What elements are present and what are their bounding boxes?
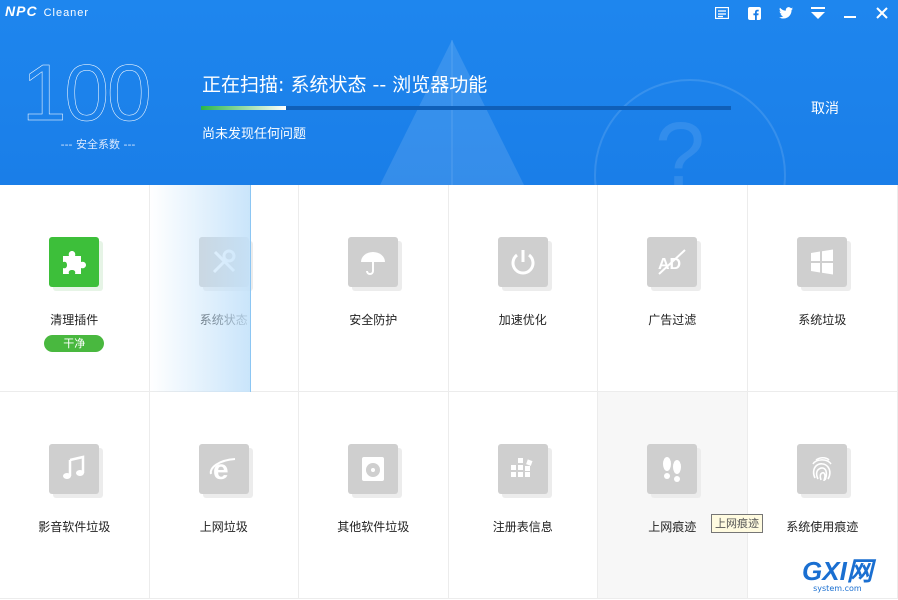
scan-item-label: 注册表信息 xyxy=(492,520,553,534)
puzzle-icon xyxy=(49,237,100,287)
scan-item-ad-block[interactable]: AD 广告过滤 xyxy=(598,185,748,392)
scan-item-power[interactable]: 加速优化 xyxy=(448,185,598,392)
scan-item-label: 系统状态 xyxy=(199,313,248,327)
ie-icon: e xyxy=(198,444,249,494)
header-panel: ? NPC Cleaner 100 --- 安全系数 --- 正在扫描: 系统状… xyxy=(0,0,898,185)
scan-item-label: 影音软件垃圾 xyxy=(38,520,111,534)
tools-icon xyxy=(198,237,249,287)
disc-icon xyxy=(348,444,399,494)
security-score: 100 xyxy=(22,48,152,137)
scan-item-label: 系统使用痕迹 xyxy=(786,520,859,534)
scan-item-footprints[interactable]: 上网痕迹 xyxy=(598,392,748,599)
feedback-icon[interactable] xyxy=(712,3,732,23)
watermark-logo: GXI网 system.com xyxy=(802,558,873,593)
fingerprint-icon xyxy=(797,444,848,494)
umbrella-icon xyxy=(348,237,399,287)
twitter-icon[interactable] xyxy=(776,3,796,23)
tooltip: 上网痕迹 xyxy=(711,514,763,533)
scan-item-windows[interactable]: 系统垃圾 xyxy=(747,185,898,392)
footprints-icon xyxy=(647,444,698,494)
registry-icon xyxy=(497,444,548,494)
facebook-icon[interactable] xyxy=(744,3,764,23)
scan-item-registry[interactable]: 注册表信息 xyxy=(448,392,598,599)
scan-item-label: 安全防护 xyxy=(349,313,398,327)
minimize-icon[interactable] xyxy=(840,3,860,23)
close-icon[interactable] xyxy=(872,3,892,23)
scan-item-label: 其他软件垃圾 xyxy=(337,520,410,534)
security-score-label: --- 安全系数 --- xyxy=(60,138,136,151)
scan-item-label: 系统垃圾 xyxy=(798,313,847,327)
scan-item-disc[interactable]: 其他软件垃圾 xyxy=(299,392,449,599)
ad-block-icon: AD xyxy=(647,237,698,287)
scan-item-label: 广告过滤 xyxy=(648,313,697,327)
cancel-button[interactable]: 取消 xyxy=(800,98,850,120)
scan-item-tools[interactable]: 系统状态 xyxy=(149,185,299,392)
scan-items-grid: 清理插件干净系统状态安全防护加速优化AD广告过滤系统垃圾影音软件垃圾e上网垃圾其… xyxy=(0,185,898,600)
scan-item-ie[interactable]: e 上网垃圾 xyxy=(149,392,299,599)
power-icon xyxy=(497,237,548,287)
scan-progress-bar xyxy=(201,106,731,110)
watermark-small: system.com xyxy=(813,584,862,593)
window-controls xyxy=(712,3,892,23)
menu-icon[interactable] xyxy=(808,3,828,23)
scan-progress-fill xyxy=(201,106,286,110)
app-logo: NPC Cleaner xyxy=(5,3,89,19)
music-icon xyxy=(49,444,100,494)
scan-item-label: 加速优化 xyxy=(498,313,547,327)
scan-item-label: 清理插件 xyxy=(50,313,99,327)
status-badge: 干净 xyxy=(44,335,105,352)
logo-name: Cleaner xyxy=(43,7,90,19)
scan-item-umbrella[interactable]: 安全防护 xyxy=(299,185,449,392)
scan-item-label: 上网垃圾 xyxy=(199,520,248,534)
watermark-big: GXI网 xyxy=(802,556,873,586)
scan-title: 正在扫描: 系统状态 -- 浏览器功能 xyxy=(202,74,488,96)
svg-text:?: ? xyxy=(655,105,705,185)
windows-icon xyxy=(797,237,848,287)
scan-status-text: 尚未发现任何问题 xyxy=(202,127,307,142)
scan-item-puzzle[interactable]: 清理插件 干净 xyxy=(0,185,150,392)
svg-text:e: e xyxy=(213,454,229,484)
logo-brand: NPC xyxy=(5,3,38,19)
scan-item-music[interactable]: 影音软件垃圾 xyxy=(0,392,150,599)
